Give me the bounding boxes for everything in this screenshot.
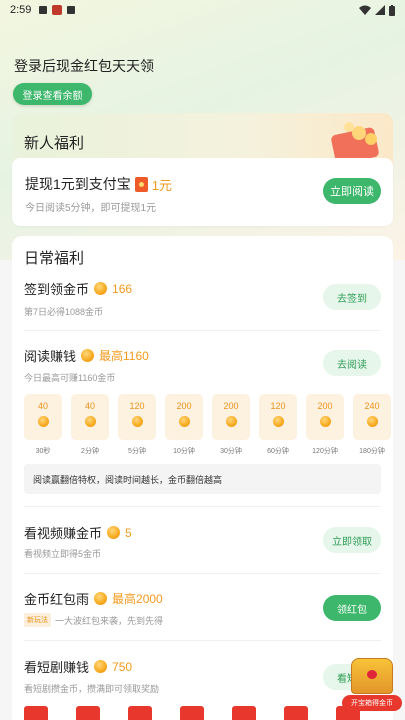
battery-icon: [389, 4, 395, 16]
drama-title: 看短剧赚钱: [24, 660, 90, 675]
milestone-item[interactable]: 200 10分钟: [165, 394, 203, 459]
withdraw-card: 提现1元到支付宝 1元 今日阅读5分钟，即可提现1元 立即阅读: [12, 158, 393, 226]
coin-icon: [107, 526, 121, 539]
drama-thumbnail[interactable]: [180, 706, 204, 720]
milestone-amount: 120: [270, 401, 286, 411]
milestone-amount: 200: [317, 401, 333, 411]
milestone-label: 30秒: [35, 448, 51, 455]
new-play-tag: 新玩法: [24, 613, 51, 627]
app-notification-icon: [52, 5, 63, 15]
signin-title: 签到领金币: [24, 282, 90, 297]
milestone-item[interactable]: 240 180分钟: [353, 394, 391, 459]
coin-icon: [84, 416, 96, 427]
withdraw-title-row: 提现1元到支付宝 1元: [25, 174, 172, 194]
coin-icon: [94, 660, 108, 673]
milestone-label: 10分钟: [173, 448, 195, 455]
milestone-amount: 40: [84, 401, 95, 411]
withdraw-title: 提现1元到支付宝: [25, 176, 131, 192]
milestone-label: 60分钟: [267, 448, 289, 455]
read-now-button[interactable]: 立即阅读: [323, 178, 381, 204]
rain-subtitle: 一大波红包来袭，先到先得: [55, 615, 164, 626]
milestone-label: 180分钟: [359, 448, 385, 455]
coin-icon: [366, 416, 378, 427]
milestone-item[interactable]: 200 30分钟: [212, 394, 250, 459]
video-title: 看视频赚金币: [24, 526, 103, 541]
divider: [24, 506, 381, 507]
drama-thumbnails-row: [24, 706, 360, 720]
signal-icon: [375, 5, 385, 15]
video-claim-button[interactable]: 立即领取: [323, 527, 381, 553]
daily-title: 日常福利: [24, 250, 85, 267]
wifi-icon: [359, 5, 371, 15]
coin-icon: [178, 416, 190, 427]
login-title: 登录后现金红包天天领: [14, 58, 154, 74]
reading-title-row: 阅读赚钱 最高1160: [24, 346, 149, 365]
divider: [24, 573, 381, 574]
drama-thumbnail[interactable]: [284, 706, 308, 720]
reading-title: 阅读赚钱: [24, 349, 77, 364]
coin-icon: [319, 416, 331, 427]
red-packet-icon: [134, 176, 148, 192]
reading-value: 最高1160: [99, 349, 149, 363]
coin-icon: [81, 349, 95, 362]
divider: [24, 330, 381, 331]
reading-subtitle: 今日最高可赚1160金币: [24, 373, 116, 383]
milestone-item[interactable]: 120 5分钟: [118, 394, 156, 459]
newbie-title: 新人福利: [24, 135, 85, 152]
drama-value: 750: [112, 659, 133, 674]
treasure-chest-button[interactable]: 开宝箱得金币: [339, 652, 405, 714]
coin-icon: [225, 416, 237, 427]
milestone-item[interactable]: 200 120分钟: [306, 394, 344, 459]
milestone-amount: 120: [129, 401, 145, 411]
daily-welfare-card: 日常福利 签到领金币 166 第7日必得1088金币 去签到 阅读赚钱 最高11…: [12, 236, 393, 720]
video-title-row: 看视频赚金币 5: [24, 523, 132, 542]
milestone-item[interactable]: 40 2分钟: [71, 394, 109, 459]
milestone-label: 30分钟: [220, 448, 242, 455]
milestone-item[interactable]: 40 30秒: [24, 394, 62, 459]
treasure-chest-label: 开宝箱得金币: [342, 695, 402, 711]
rain-title: 金币红包雨: [24, 592, 90, 607]
rain-subtitle-row: 新玩法 一大波红包来袭，先到先得: [24, 613, 163, 627]
drama-subtitle: 看短剧攒金币，攒满即可领取奖励: [24, 684, 160, 694]
notification-icon: [39, 6, 48, 14]
signin-title-row: 签到领金币 166: [24, 279, 132, 298]
drama-thumbnail[interactable]: [232, 706, 256, 720]
drama-thumbnail[interactable]: [24, 706, 48, 720]
signin-value: 166: [112, 281, 133, 296]
rain-redpacket-button[interactable]: 领红包: [323, 595, 381, 621]
coin-icon: [94, 592, 108, 605]
milestone-amount: 40: [37, 401, 48, 411]
coin-icon: [37, 416, 49, 427]
milestone-amount: 200: [176, 401, 192, 411]
login-button[interactable]: 登录查看余额: [13, 83, 92, 105]
milestone-label: 120分钟: [312, 448, 338, 455]
withdraw-amount: 1元: [151, 177, 173, 193]
coin-icon: [272, 416, 284, 427]
status-bar: 2:59: [0, 0, 405, 20]
reading-milestones: 40 30秒 40 2分钟 120 5分钟 200 10分钟 200 30分钟 120 60…: [24, 394, 393, 459]
video-subtitle: 看视频立即得5金币: [24, 549, 102, 559]
coin-icon: [94, 282, 108, 295]
rain-value: 最高2000: [112, 592, 163, 606]
status-time: 2:59: [10, 4, 32, 16]
divider: [24, 640, 381, 641]
milestone-label: 2分钟: [81, 448, 99, 455]
rain-title-row: 金币红包雨 最高2000: [24, 589, 163, 608]
milestone-item[interactable]: 120 60分钟: [259, 394, 297, 459]
milestone-amount: 240: [364, 401, 380, 411]
reading-tip: 阅读赢翻倍特权，阅读时间越长，金币翻倍越高: [24, 464, 381, 494]
drama-thumbnail[interactable]: [76, 706, 100, 720]
milestone-amount: 200: [223, 401, 239, 411]
drama-title-row: 看短剧赚钱 750: [24, 657, 132, 676]
video-value: 5: [125, 525, 132, 540]
signin-button[interactable]: 去签到: [323, 284, 381, 310]
withdraw-subtitle: 今日阅读5分钟，即可提现1元: [25, 203, 157, 214]
milestone-label: 5分钟: [128, 448, 146, 455]
gem-icon: [367, 670, 377, 679]
coin-icon: [131, 416, 143, 427]
drama-thumbnail[interactable]: [128, 706, 152, 720]
signin-subtitle: 第7日必得1088金币: [24, 307, 104, 317]
download-icon: [67, 6, 76, 14]
reading-button[interactable]: 去阅读: [323, 350, 381, 376]
